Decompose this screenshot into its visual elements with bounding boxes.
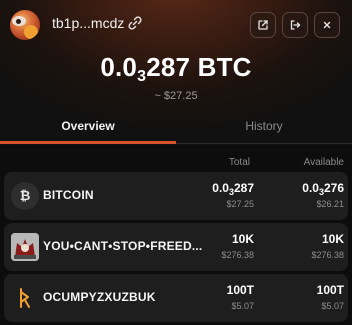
logout-button[interactable] bbox=[282, 12, 308, 38]
token-total-usd: $27.25 bbox=[226, 199, 254, 209]
token-available: 0.03276 bbox=[302, 181, 344, 197]
tab-bar: Overview History bbox=[0, 112, 352, 144]
token-total: 100T bbox=[226, 283, 254, 297]
btc-balance: 0.03287 BTC bbox=[100, 52, 252, 85]
token-available-usd: $5.07 bbox=[321, 301, 344, 311]
token-name: YOU•CANT•STOP•FREED... bbox=[43, 239, 203, 253]
token-name: BITCOIN bbox=[43, 188, 94, 202]
rune-image-icon bbox=[11, 233, 39, 261]
token-total: 0.03287 bbox=[212, 181, 254, 197]
token-available-usd: $26.21 bbox=[316, 199, 344, 209]
top-bar: tb1p...mcdz bbox=[0, 0, 352, 48]
token-total-usd: $5.07 bbox=[231, 301, 254, 311]
close-icon bbox=[323, 21, 331, 29]
token-total: 10K bbox=[231, 232, 254, 246]
rune-symbol-icon bbox=[11, 284, 39, 312]
bitcoin-icon: ₿ bbox=[11, 182, 39, 210]
token-row-bitcoin[interactable]: ₿ BITCOIN 0.03287 $27.25 0.03276 $26.21 bbox=[4, 172, 348, 220]
token-available: 100T bbox=[316, 283, 344, 297]
external-link-icon bbox=[258, 20, 268, 30]
tab-overview[interactable]: Overview bbox=[0, 112, 176, 144]
open-external-button[interactable] bbox=[250, 12, 276, 38]
column-header-total: Total bbox=[228, 157, 250, 168]
copy-link-icon[interactable] bbox=[127, 15, 143, 31]
token-name: OCUMPYZXUZBUK bbox=[43, 290, 156, 304]
token-row-rune[interactable]: YOU•CANT•STOP•FREED... 10K $276.38 10K $… bbox=[4, 223, 348, 271]
avatar[interactable] bbox=[10, 10, 40, 40]
logout-icon bbox=[290, 20, 301, 30]
token-total-usd: $276.38 bbox=[221, 250, 254, 260]
wallet-address: tb1p...mcdz bbox=[52, 15, 125, 31]
tab-history[interactable]: History bbox=[176, 112, 352, 143]
usd-balance: ~ $27.25 bbox=[154, 90, 198, 102]
token-available-usd: $276.38 bbox=[311, 250, 344, 260]
column-header-available: Available bbox=[303, 157, 344, 168]
close-button[interactable] bbox=[314, 12, 340, 38]
token-row-ocumpyzxuzbuk[interactable]: OCUMPYZXUZBUK 100T $5.07 100T $5.07 bbox=[4, 274, 348, 322]
token-available: 10K bbox=[321, 232, 344, 246]
